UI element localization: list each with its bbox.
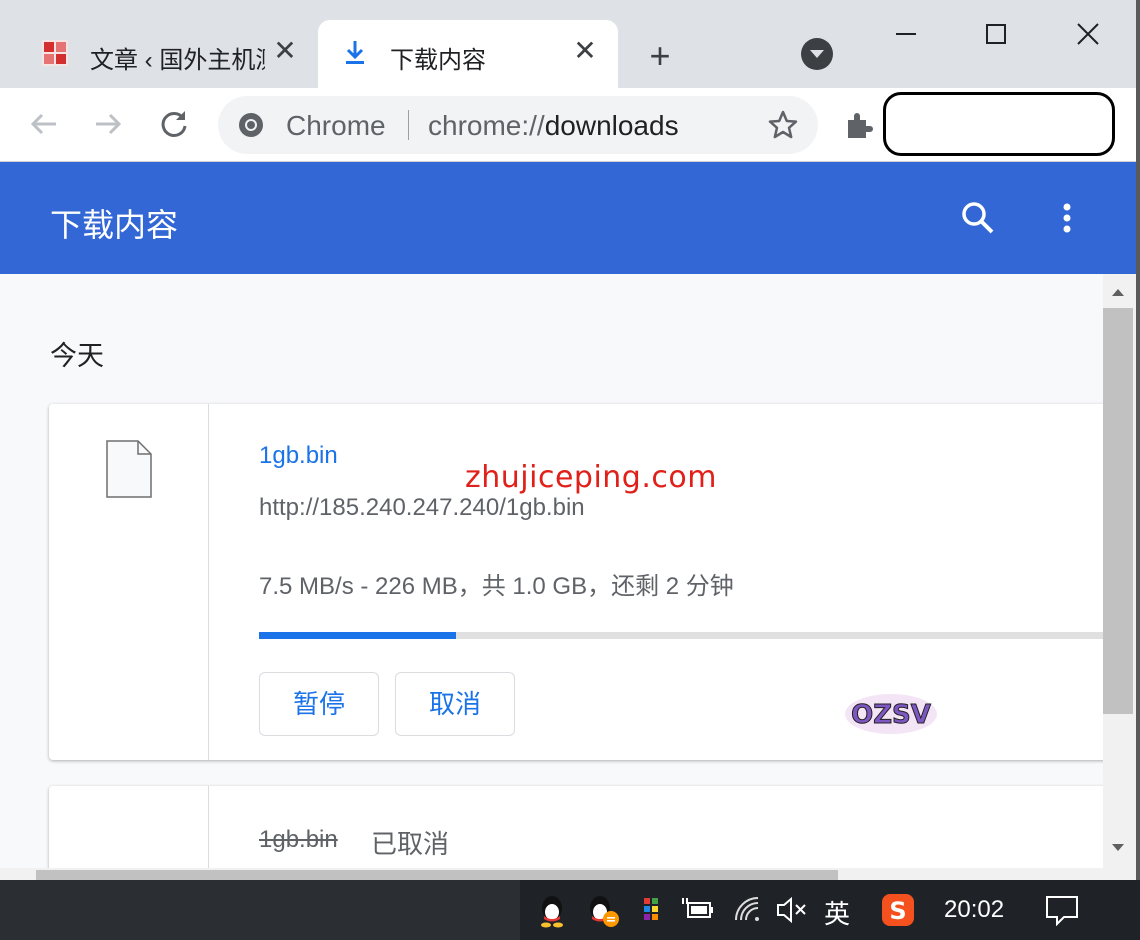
tab-title: 文章 ‹ 国外主机测 xyxy=(90,47,265,74)
clock[interactable]: 20:02 xyxy=(944,896,1004,924)
omnibox-divider xyxy=(408,110,409,140)
browser-window: 文章 ‹ 国外主机测 ✕ 下载内容 ✕ + Chrome chrome://do… xyxy=(0,0,1140,940)
tab-downloads[interactable]: 下载内容 ✕ xyxy=(318,20,618,88)
ozsv-logo: OZSV xyxy=(845,694,937,734)
progress-fill xyxy=(259,632,456,639)
date-group-label: 今天 xyxy=(50,341,104,371)
window-edge xyxy=(1136,0,1140,880)
tab-title: 下载内容 xyxy=(390,47,486,74)
tab-search-icon[interactable] xyxy=(801,38,833,70)
profile-redacted-box[interactable] xyxy=(883,92,1115,156)
downloads-header: 下载内容 xyxy=(0,162,1140,274)
file-icon xyxy=(106,440,152,498)
qq-penguin-icon[interactable] xyxy=(534,892,570,928)
new-tab-button[interactable]: + xyxy=(640,36,680,76)
url-text[interactable]: chrome://downloads xyxy=(428,110,679,142)
scroll-down-arrow-icon[interactable] xyxy=(1108,838,1128,858)
file-name-link[interactable]: 1gb.bin xyxy=(259,442,338,470)
file-icon-column xyxy=(49,404,209,760)
file-name-cancelled: 1gb.bin xyxy=(259,826,338,853)
battery-plug-icon[interactable] xyxy=(680,892,716,928)
tab-article[interactable]: 文章 ‹ 国外主机测 ✕ xyxy=(18,20,318,88)
download-state-label: 已取消 xyxy=(371,829,450,859)
file-icon-column xyxy=(49,786,209,880)
site-favicon-icon xyxy=(42,40,68,66)
browser-toolbar: Chrome chrome://downloads xyxy=(0,88,1140,162)
back-icon[interactable] xyxy=(22,102,66,146)
notification-icon[interactable] xyxy=(1044,894,1080,926)
color-grid-app-icon[interactable] xyxy=(634,892,670,928)
vertical-scroll-thumb[interactable] xyxy=(1103,308,1133,714)
chrome-icon xyxy=(239,113,263,137)
wifi-icon[interactable] xyxy=(730,892,766,928)
minimize-icon[interactable] xyxy=(884,12,928,56)
url-scheme: chrome:// xyxy=(428,110,545,141)
download-status: 7.5 MB/s - 226 MB，共 1.0 GB，还剩 2 分钟 xyxy=(259,573,734,600)
scroll-up-arrow-icon[interactable] xyxy=(1108,282,1128,302)
watermark-text: zhujiceping.com xyxy=(465,460,717,495)
download-icon xyxy=(346,41,364,64)
volume-muted-icon[interactable] xyxy=(774,892,810,928)
downloads-list: 今天 1gb.bin http://185.240.247.240/1gb.bi… xyxy=(0,274,1103,880)
sogou-input-icon[interactable]: S xyxy=(880,892,916,928)
file-source-url[interactable]: http://185.240.247.240/1gb.bin xyxy=(259,494,585,522)
more-options-icon[interactable] xyxy=(1050,198,1084,238)
maximize-icon[interactable] xyxy=(974,12,1018,56)
bookmark-star-icon[interactable] xyxy=(766,108,800,142)
forward-icon[interactable] xyxy=(86,102,130,146)
tab-close-icon[interactable]: ✕ xyxy=(570,36,600,66)
page-title: 下载内容 xyxy=(50,207,179,243)
qq-message-icon[interactable] xyxy=(584,892,620,928)
pause-button[interactable]: 暂停 xyxy=(259,672,379,736)
omnibox-chip-label: Chrome xyxy=(286,110,386,141)
download-item: 1gb.bin http://185.240.247.240/1gb.bin 7… xyxy=(49,404,1103,760)
svg-text:OZSV: OZSV xyxy=(851,700,931,730)
reload-icon[interactable] xyxy=(152,102,196,146)
taskbar-background xyxy=(0,880,520,940)
svg-text:S: S xyxy=(889,897,906,925)
address-bar[interactable]: Chrome chrome://downloads xyxy=(218,96,818,154)
tab-strip: 文章 ‹ 国外主机测 ✕ 下载内容 ✕ + xyxy=(0,0,1140,88)
tab-close-icon[interactable]: ✕ xyxy=(270,36,300,66)
close-window-icon[interactable] xyxy=(1066,12,1110,56)
extensions-puzzle-icon[interactable] xyxy=(842,108,876,142)
cancel-button[interactable]: 取消 xyxy=(395,672,515,736)
download-progress-bar xyxy=(259,632,1103,639)
taskbar: 英 S 20:02 xyxy=(0,880,1140,940)
search-icon[interactable] xyxy=(958,198,998,238)
url-host: downloads xyxy=(544,110,679,141)
download-item: 1gb.bin 已取消 xyxy=(49,786,1103,880)
ime-language-indicator[interactable]: 英 xyxy=(824,894,850,931)
